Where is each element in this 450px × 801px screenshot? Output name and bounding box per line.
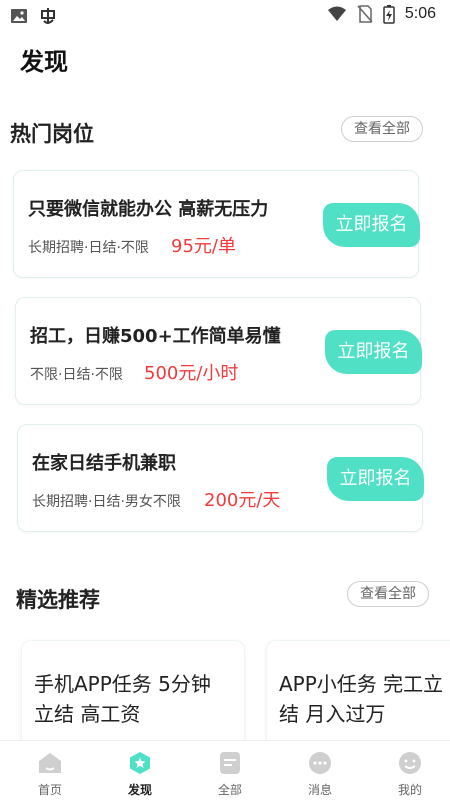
tab-label: 发现 xyxy=(127,783,152,797)
tab-discover[interactable]: 发现 xyxy=(95,741,185,801)
job-card[interactable]: 在家日结手机兼职 长期招聘·日结·男女不限 200元/天 立即报名 xyxy=(17,424,424,532)
apply-button[interactable]: 立即报名 xyxy=(323,203,420,247)
job-card[interactable]: 招工，日赚500+工作简单易懂 不限·日结·不限 500元/小时 立即报名 xyxy=(15,297,422,405)
home-icon xyxy=(39,753,61,773)
job-title: 在家日结手机兼职 xyxy=(32,453,176,474)
bottom-tab-bar: 首页 发现 全部 消息 我的 xyxy=(0,740,450,801)
tab-label: 全部 xyxy=(217,783,242,797)
status-left xyxy=(10,6,58,26)
hot-jobs-title: 热门岗位 xyxy=(10,122,94,146)
job-price: 500元/小时 xyxy=(144,363,239,384)
discover-icon xyxy=(130,752,150,774)
no-sim-icon xyxy=(357,5,373,23)
job-title: 只要微信就能办公 高薪无压力 xyxy=(28,199,269,220)
job-price: 200元/天 xyxy=(204,490,281,511)
recommend-card-title: 手机APP任务 5分钟 立结 高工资 xyxy=(34,672,211,726)
tab-label: 首页 xyxy=(37,783,62,797)
apply-button[interactable]: 立即报名 xyxy=(325,330,422,374)
tab-home[interactable]: 首页 xyxy=(5,741,95,801)
status-right: 5:06 xyxy=(327,4,436,24)
job-meta: 不限·日结·不限 xyxy=(30,367,123,383)
page-title: 发现 xyxy=(20,48,68,76)
tab-label: 消息 xyxy=(307,783,332,797)
tab-label: 我的 xyxy=(397,783,422,797)
battery-charging-icon xyxy=(383,5,395,24)
status-time: 5:06 xyxy=(404,5,436,22)
list-icon xyxy=(220,752,240,774)
apply-button[interactable]: 立即报名 xyxy=(327,457,424,501)
recommend-see-all-button[interactable]: 查看全部 xyxy=(347,581,429,607)
wifi-icon xyxy=(327,6,346,21)
message-icon xyxy=(309,752,331,774)
job-card[interactable]: 只要微信就能办公 高薪无压力 长期招聘·日结·不限 95元/单 立即报名 xyxy=(13,170,420,278)
profile-icon xyxy=(399,752,421,774)
job-meta: 长期招聘·日结·男女不限 xyxy=(32,494,181,510)
job-meta: 长期招聘·日结·不限 xyxy=(28,240,149,256)
job-price: 95元/单 xyxy=(171,236,236,257)
tab-profile[interactable]: 我的 xyxy=(365,741,450,801)
recommend-title: 精选推荐 xyxy=(16,588,100,612)
recommend-card-title: APP小任务 完工立 结 月入过万 xyxy=(279,672,444,726)
hot-jobs-see-all-button[interactable]: 查看全部 xyxy=(341,116,423,142)
tab-all[interactable]: 全部 xyxy=(185,741,275,801)
status-bar: 5:06 xyxy=(0,0,450,30)
app-notification-icon xyxy=(41,8,55,24)
gallery-icon xyxy=(11,9,27,23)
job-title: 招工，日赚500+工作简单易懂 xyxy=(30,326,281,347)
tab-messages[interactable]: 消息 xyxy=(275,741,365,801)
